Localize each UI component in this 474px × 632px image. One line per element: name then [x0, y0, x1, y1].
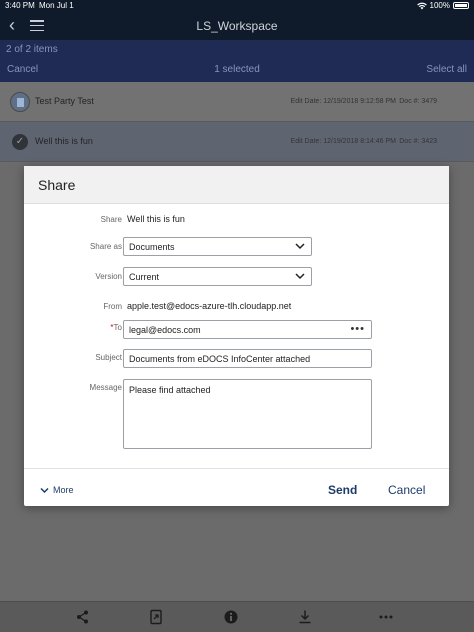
- share-dialog: Share Share Well this is fun Share as Do…: [24, 166, 449, 506]
- from-value: apple.test@edocs-azure-tlh.cloudapp.net: [127, 301, 292, 311]
- to-label: *To: [24, 323, 122, 332]
- open-external-icon[interactable]: [148, 609, 164, 625]
- page-title: LS_Workspace: [196, 19, 278, 33]
- edit-date: Edit Date: 12/19/2018 9:12:58 PM: [290, 98, 396, 105]
- nav-header: ‹ LS_Workspace: [0, 12, 474, 40]
- chevron-down-icon: [40, 487, 49, 493]
- doc-number: Doc #: 3479: [399, 98, 437, 105]
- select-all-button[interactable]: Select all: [426, 64, 467, 75]
- more-options-icon[interactable]: •••: [350, 323, 365, 335]
- status-date: Mon Jul 1: [39, 1, 74, 10]
- edit-date: Edit Date: 12/19/2018 8:14:46 PM: [290, 138, 396, 145]
- subject-field[interactable]: Documents from eDOCS InfoCenter attached: [123, 349, 372, 368]
- battery-icon: [453, 2, 469, 9]
- status-right: 100%: [416, 1, 469, 10]
- from-label: From: [103, 302, 122, 311]
- cancel-button[interactable]: Cancel: [388, 483, 425, 497]
- item-count: 2 of 2 items: [6, 44, 58, 55]
- more-toggle[interactable]: More: [40, 485, 74, 495]
- list-item[interactable]: Test Party Test Edit Date: 12/19/2018 9:…: [0, 82, 474, 122]
- document-name: Test Party Test: [35, 96, 94, 106]
- send-button[interactable]: Send: [328, 483, 357, 497]
- wifi-icon: [416, 2, 427, 9]
- share-value: Well this is fun: [127, 214, 185, 224]
- version-label: Version: [95, 272, 122, 281]
- share-as-select[interactable]: Documents: [123, 237, 312, 256]
- more-label: More: [53, 485, 74, 495]
- version-select[interactable]: Current: [123, 267, 312, 286]
- subject-value: Documents from eDOCS InfoCenter attached: [129, 354, 311, 364]
- message-label: Message: [89, 383, 122, 392]
- checkmark-icon: ✓: [12, 134, 28, 150]
- to-label-text: To: [113, 323, 122, 332]
- to-value: legal@edocs.com: [129, 325, 201, 335]
- bottom-toolbar: [0, 601, 474, 632]
- chevron-down-icon: [295, 273, 305, 280]
- document-icon: [10, 92, 30, 112]
- status-bar: 3:40 PM Mon Jul 1 100%: [0, 0, 474, 12]
- status-time: 3:40 PM: [5, 1, 35, 10]
- doc-number: Doc #: 3423: [399, 138, 437, 145]
- subject-label: Subject: [95, 353, 122, 362]
- share-label: Share: [100, 215, 122, 224]
- chevron-down-icon: [295, 243, 305, 250]
- document-name: Well this is fun: [35, 136, 93, 146]
- message-textarea[interactable]: Please find attached: [123, 379, 372, 449]
- share-as-label: Share as: [89, 242, 122, 251]
- share-as-value: Documents: [129, 242, 175, 252]
- dialog-title: Share: [24, 166, 449, 204]
- download-icon[interactable]: [297, 609, 313, 625]
- version-value: Current: [129, 272, 160, 282]
- more-icon[interactable]: [378, 609, 394, 625]
- selection-bar: 2 of 2 items Cancel 1 selected Select al…: [0, 40, 474, 82]
- dialog-footer: More Send Cancel: [24, 468, 449, 506]
- to-field[interactable]: legal@edocs.com •••: [123, 320, 372, 339]
- message-value: Please find attached: [129, 385, 211, 395]
- info-icon[interactable]: [223, 609, 239, 625]
- document-list: Test Party Test Edit Date: 12/19/2018 9:…: [0, 82, 474, 162]
- selected-count: 1 selected: [214, 64, 260, 75]
- list-item[interactable]: ✓ Well this is fun Edit Date: 12/19/2018…: [0, 122, 474, 162]
- battery-percent: 100%: [429, 1, 450, 10]
- share-icon[interactable]: [75, 609, 91, 625]
